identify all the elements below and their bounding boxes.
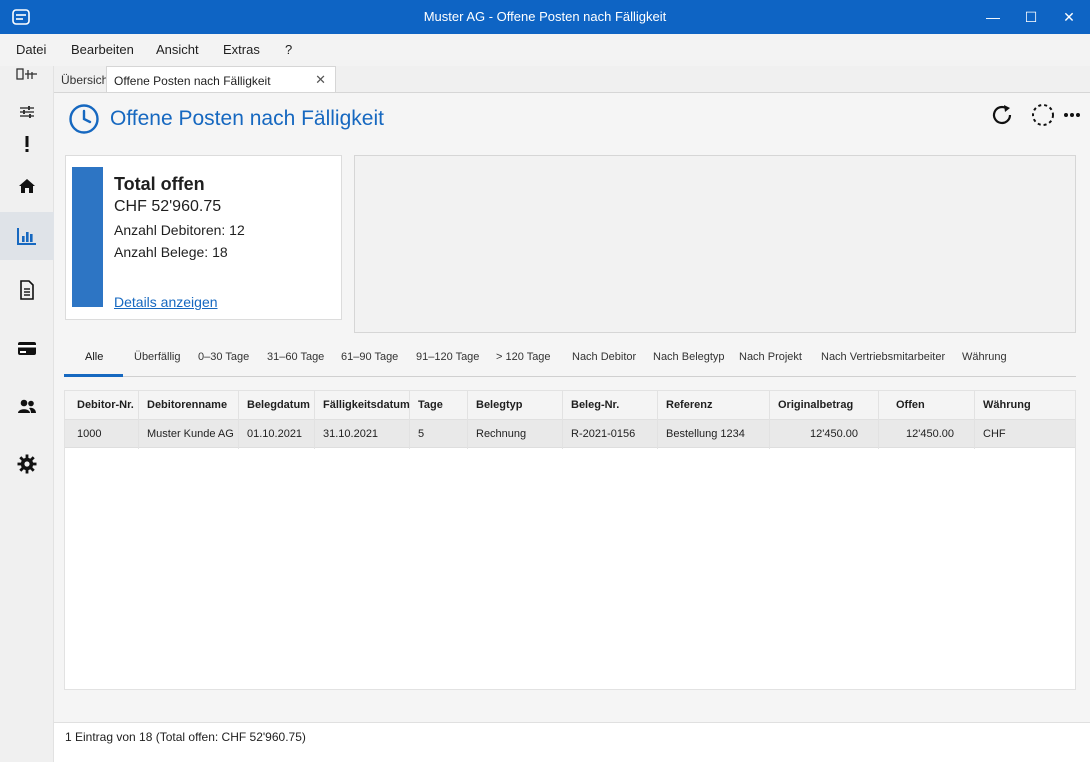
chart-panel <box>354 155 1076 333</box>
menu-extras[interactable]: Extras <box>223 42 260 57</box>
menu-bar: Datei Bearbeiten Ansicht Extras ? <box>0 34 1090 66</box>
sidebar-item-settings-gear[interactable] <box>0 442 54 486</box>
tab-current-label: Offene Posten nach Fälligkeit <box>114 74 271 88</box>
cell-open-amount: 12'450.00 <box>879 420 975 449</box>
column-header[interactable]: Fälligkeitsdatum <box>315 391 410 420</box>
sidebar-item-payments[interactable] <box>0 326 54 370</box>
table-row[interactable]: 1000 Muster Kunde AG 01.10.2021 31.10.20… <box>65 420 1075 449</box>
filter-tab-currency[interactable]: Währung <box>962 351 1007 363</box>
cell-reference: Bestellung 1234 <box>658 420 770 449</box>
active-tab-indicator <box>64 374 123 377</box>
details-link[interactable]: Details anzeigen <box>114 294 218 310</box>
sidebar-item-contacts[interactable] <box>0 384 54 428</box>
column-header[interactable]: Belegdatum <box>239 391 315 420</box>
column-header[interactable]: Beleg-Nr. <box>563 391 658 420</box>
sidebar <box>0 66 54 762</box>
column-header[interactable]: Referenz <box>658 391 770 420</box>
filter-tab-31-60[interactable]: 31–60 Tage <box>267 351 324 363</box>
cell-doc-date: 01.10.2021 <box>239 420 315 449</box>
chart-icon <box>17 228 36 245</box>
title-bar: Muster AG - Offene Posten nach Fälligkei… <box>0 0 1090 34</box>
column-header[interactable]: Originalbetrag <box>770 391 879 420</box>
cell-original-amount: 12'450.00 <box>770 420 879 449</box>
column-header[interactable]: Währung <box>975 391 1075 420</box>
filter-tab-all[interactable]: Alle <box>85 351 103 363</box>
filter-tab-by-salesrep[interactable]: Nach Vertriebsmitarbeiter <box>821 351 945 363</box>
cell-doc-type: Rechnung <box>468 420 563 449</box>
clock-icon <box>69 104 99 134</box>
filter-tab-by-debtor[interactable]: Nach Debitor <box>572 351 636 363</box>
summary-debtors: Anzahl Debitoren: 12 <box>114 222 245 238</box>
menu-bearbeiten[interactable]: Bearbeiten <box>71 42 134 57</box>
sidebar-item-reports[interactable] <box>0 212 54 260</box>
document-tabs: Übersicht Offene Posten nach Fälligkeit … <box>54 66 1090 93</box>
sliders-icon <box>20 106 34 118</box>
refresh-icon[interactable] <box>990 103 1014 127</box>
tab-current[interactable]: Offene Posten nach Fälligkeit ✕ <box>106 66 336 93</box>
sidebar-item-home[interactable] <box>0 164 54 208</box>
main-content: Offene Posten nach Fälligkeit Total offe… <box>54 92 1090 722</box>
cell-currency: CHF <box>983 428 1006 440</box>
alert-icon <box>25 136 29 152</box>
column-header[interactable]: Offen <box>879 391 975 420</box>
filter-tabs: Alle Überfällig 0–30 Tage 31–60 Tage 61–… <box>64 339 1076 377</box>
sidebar-item-header[interactable] <box>0 60 54 88</box>
minimize-button[interactable]: — <box>974 0 1012 34</box>
maximize-button[interactable]: ☐ <box>1012 0 1050 34</box>
data-table: Debitor-Nr. Debitorenname Belegdatum Fäl… <box>64 390 1076 690</box>
menu-help[interactable]: ? <box>285 42 292 57</box>
document-icon <box>20 280 34 300</box>
toolbar-icon <box>16 68 37 80</box>
page-title: Offene Posten nach Fälligkeit <box>110 107 384 130</box>
status-bar: 1 Eintrag von 18 (Total offen: CHF 52'96… <box>54 722 1090 762</box>
summary-bar <box>72 167 103 307</box>
close-button[interactable]: ✕ <box>1050 0 1088 34</box>
summary-documents: Anzahl Belege: 18 <box>114 244 228 260</box>
menu-datei[interactable]: Datei <box>16 42 46 57</box>
sidebar-item-documents[interactable] <box>0 268 54 312</box>
column-header[interactable]: Tage <box>410 391 468 420</box>
sidebar-item-alerts[interactable] <box>0 124 54 164</box>
column-header[interactable]: Debitorenname <box>139 391 239 420</box>
loading-spinner-icon <box>1032 104 1054 126</box>
summary-amount: CHF 52'960.75 <box>114 198 222 215</box>
filter-tab-91-120[interactable]: 91–120 Tage <box>416 351 479 363</box>
card-icon <box>18 341 36 355</box>
filter-tab-0-30[interactable]: 0–30 Tage <box>198 351 249 363</box>
menu-ansicht[interactable]: Ansicht <box>156 42 199 57</box>
cell-due-date: 31.10.2021 <box>315 420 410 449</box>
tab-close-icon[interactable]: ✕ <box>315 72 326 88</box>
gear-icon <box>17 454 37 474</box>
table-header: Debitor-Nr. Debitorenname Belegdatum Fäl… <box>65 391 1075 420</box>
more-icon[interactable] <box>1062 103 1082 127</box>
filter-tab-by-project[interactable]: Nach Projekt <box>739 351 802 363</box>
cell-doc-no: R-2021-0156 <box>563 420 658 449</box>
filter-tab-by-doctype[interactable]: Nach Belegtyp <box>653 351 725 363</box>
filter-tab-61-90[interactable]: 61–90 Tage <box>341 351 398 363</box>
summary-card: Total offen CHF 52'960.75 Anzahl Debitor… <box>65 155 342 320</box>
users-icon <box>18 399 36 413</box>
cell-days: 5 <box>410 420 468 449</box>
status-text: 1 Eintrag von 18 (Total offen: CHF 52'96… <box>65 730 306 744</box>
filter-tab-overdue[interactable]: Überfällig <box>134 351 180 363</box>
filter-tab-over-120[interactable]: > 120 Tage <box>496 351 551 363</box>
summary-heading: Total offen <box>114 174 205 194</box>
cell-debtor-no: 1000 <box>65 420 139 449</box>
column-header[interactable]: Debitor-Nr. <box>65 391 139 420</box>
window-title: Muster AG - Offene Posten nach Fälligkei… <box>423 9 667 24</box>
column-header[interactable]: Belegtyp <box>468 391 563 420</box>
home-icon <box>19 179 35 193</box>
cell-debtor-name: Muster Kunde AG <box>139 420 239 449</box>
